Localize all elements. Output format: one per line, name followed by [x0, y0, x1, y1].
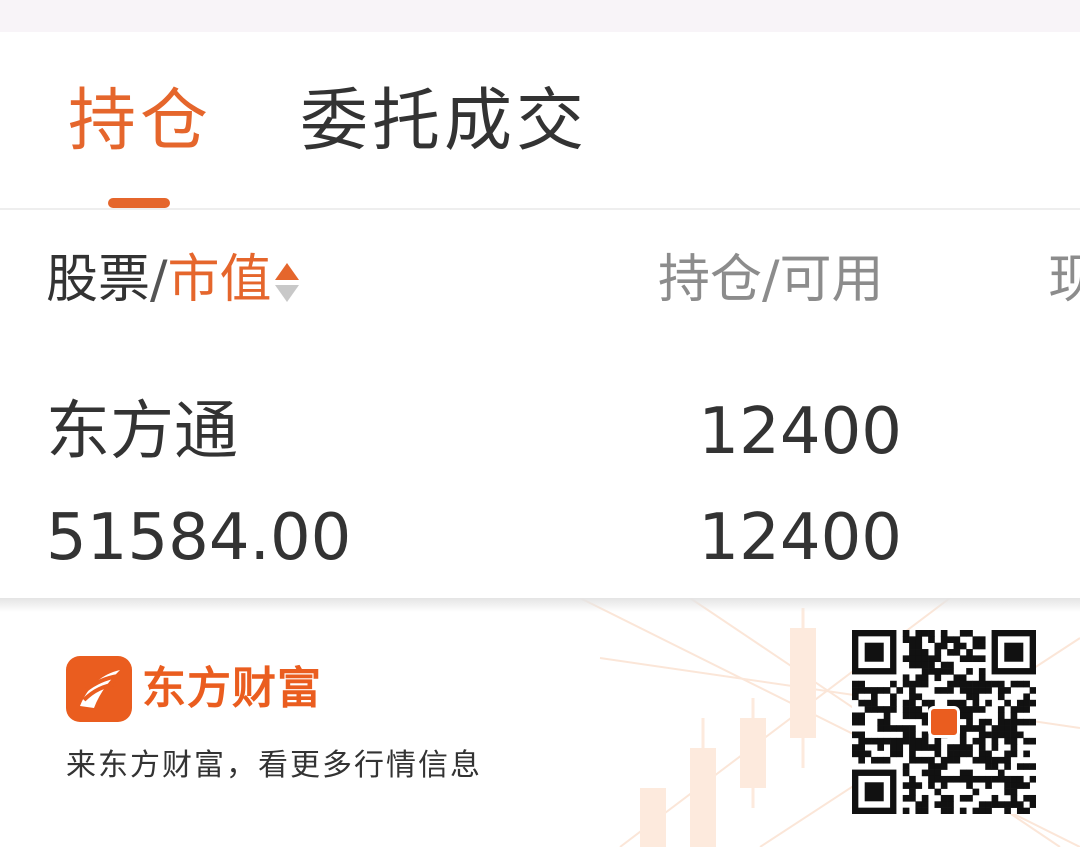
holdings-table: 股票/市值 持仓/可用 现 东方通 12400 51584.00 12400 — [0, 210, 1080, 598]
eastmoney-logo-icon — [66, 656, 132, 722]
available-quantity: 12400 — [698, 501, 902, 575]
holdings-page: 持仓 委托成交 股票/市值 持仓/可用 现 东方通 12400 51584.00… — [0, 0, 1080, 847]
qr-code-icon[interactable] — [852, 630, 1037, 815]
header-market-value-label: 市值 — [167, 250, 272, 310]
header-next-column: 现 — [1048, 250, 1080, 310]
header-separator: / — [150, 250, 168, 310]
logo-mark-icon — [80, 670, 120, 708]
status-bar-area — [0, 0, 1080, 32]
tab-holdings[interactable]: 持仓 — [68, 84, 212, 160]
table-row[interactable]: 东方通 12400 — [0, 394, 1080, 470]
brand-name: 东方财富 — [142, 663, 322, 714]
tab-orders-trades[interactable]: 委托成交 — [300, 84, 588, 160]
sort-icon[interactable] — [274, 257, 300, 309]
qr-center-logo-icon — [928, 706, 960, 738]
tab-bar: 持仓 委托成交 — [0, 32, 1080, 208]
header-stock-label: 股票 — [46, 250, 151, 310]
table-header: 股票/市值 持仓/可用 现 — [0, 248, 1080, 312]
sort-down-icon — [274, 285, 299, 302]
sort-up-icon — [274, 263, 299, 280]
header-stock-market-value[interactable]: 股票/市值 — [46, 248, 300, 312]
promo-slogan: 来东方财富，看更多行情信息 — [66, 748, 482, 783]
active-tab-indicator — [108, 198, 170, 208]
header-position-available: 持仓/可用 — [658, 250, 884, 310]
position-quantity: 12400 — [698, 395, 902, 469]
stock-name: 东方通 — [46, 395, 238, 469]
table-row-secondary[interactable]: 51584.00 12400 — [0, 500, 1080, 576]
market-value: 51584.00 — [46, 501, 352, 575]
card-shadow — [0, 598, 1080, 612]
promo-footer: 东方财富 来东方财富，看更多行情信息 — [0, 598, 1080, 847]
